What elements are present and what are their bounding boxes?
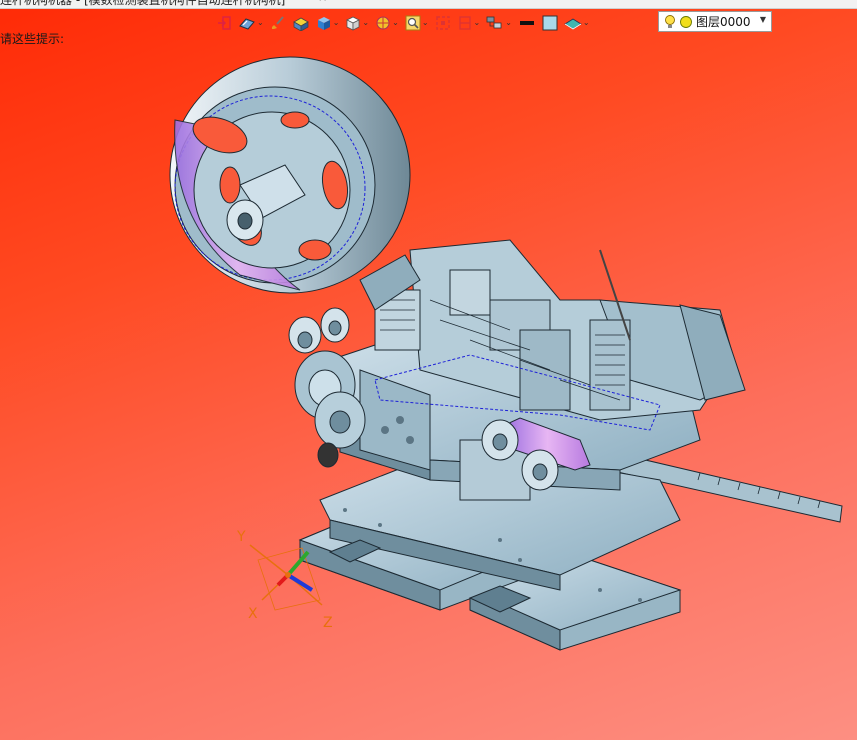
axis-z-label: Z [323,615,333,631]
model-viewport[interactable]: Y X Z [0,0,857,740]
axis-y-label: Y [236,529,246,545]
axis-x-label: X [248,606,258,622]
material-reel[interactable] [169,56,421,311]
